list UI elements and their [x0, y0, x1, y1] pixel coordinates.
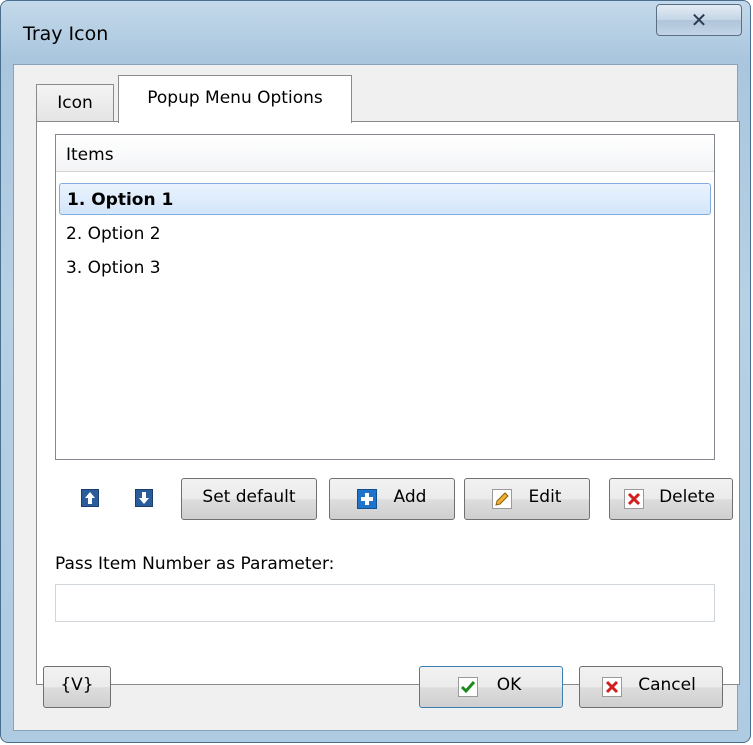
ok-label: OK [496, 675, 522, 695]
variables-button[interactable]: {V} [43, 666, 111, 708]
tab-icon-label: Icon [57, 93, 93, 113]
parameter-label: Pass Item Number as Parameter: [55, 554, 335, 574]
close-icon: ✕ [690, 8, 708, 32]
add-label: Add [393, 487, 427, 507]
list-header[interactable]: Items [56, 135, 714, 172]
tab-popup-menu-options[interactable]: Popup Menu Options [118, 75, 352, 123]
edit-button[interactable]: Edit [464, 478, 590, 520]
list-item-label: 1. Option 1 [67, 190, 174, 210]
move-down-button[interactable] [135, 489, 153, 507]
cancel-label: Cancel [638, 675, 696, 695]
arrow-down-icon [139, 492, 149, 504]
tab-icon[interactable]: Icon [36, 84, 114, 121]
arrow-up-icon [85, 492, 95, 504]
edit-label: Edit [528, 487, 562, 507]
delete-label: Delete [659, 487, 715, 507]
list-item[interactable]: 1. Option 1 [59, 183, 711, 215]
variables-label: {V} [60, 675, 94, 695]
set-default-label: Set default [202, 487, 296, 507]
list-header-label: Items [66, 145, 114, 165]
cancel-button[interactable]: Cancel [579, 666, 723, 708]
window-title: Tray Icon [23, 23, 109, 45]
list-item[interactable]: 2. Option 2 [59, 218, 711, 250]
close-button[interactable]: ✕ [656, 4, 742, 36]
add-button[interactable]: Add [329, 478, 455, 520]
dialog-client-area: Icon Popup Menu Options Items 1. Option … [13, 64, 740, 731]
tab-panel: Items 1. Option 1 2. Option 2 3. Option … [36, 121, 740, 685]
delete-x-icon [624, 489, 644, 509]
set-default-button[interactable]: Set default [181, 478, 317, 520]
parameter-input[interactable] [55, 584, 715, 622]
tab-popup-menu-options-label: Popup Menu Options [147, 88, 323, 108]
dialog-window: Tray Icon ✕ Icon Popup Menu Options Item… [0, 0, 751, 743]
ok-button[interactable]: OK [419, 666, 563, 708]
list-item-label: 3. Option 3 [66, 258, 161, 278]
items-list[interactable]: Items 1. Option 1 2. Option 2 3. Option … [55, 134, 715, 460]
list-item[interactable]: 3. Option 3 [59, 252, 711, 284]
list-item-label: 2. Option 2 [66, 224, 161, 244]
delete-button[interactable]: Delete [609, 478, 733, 520]
move-up-button[interactable] [81, 489, 99, 507]
title-bar[interactable]: Tray Icon ✕ [1, 1, 750, 63]
